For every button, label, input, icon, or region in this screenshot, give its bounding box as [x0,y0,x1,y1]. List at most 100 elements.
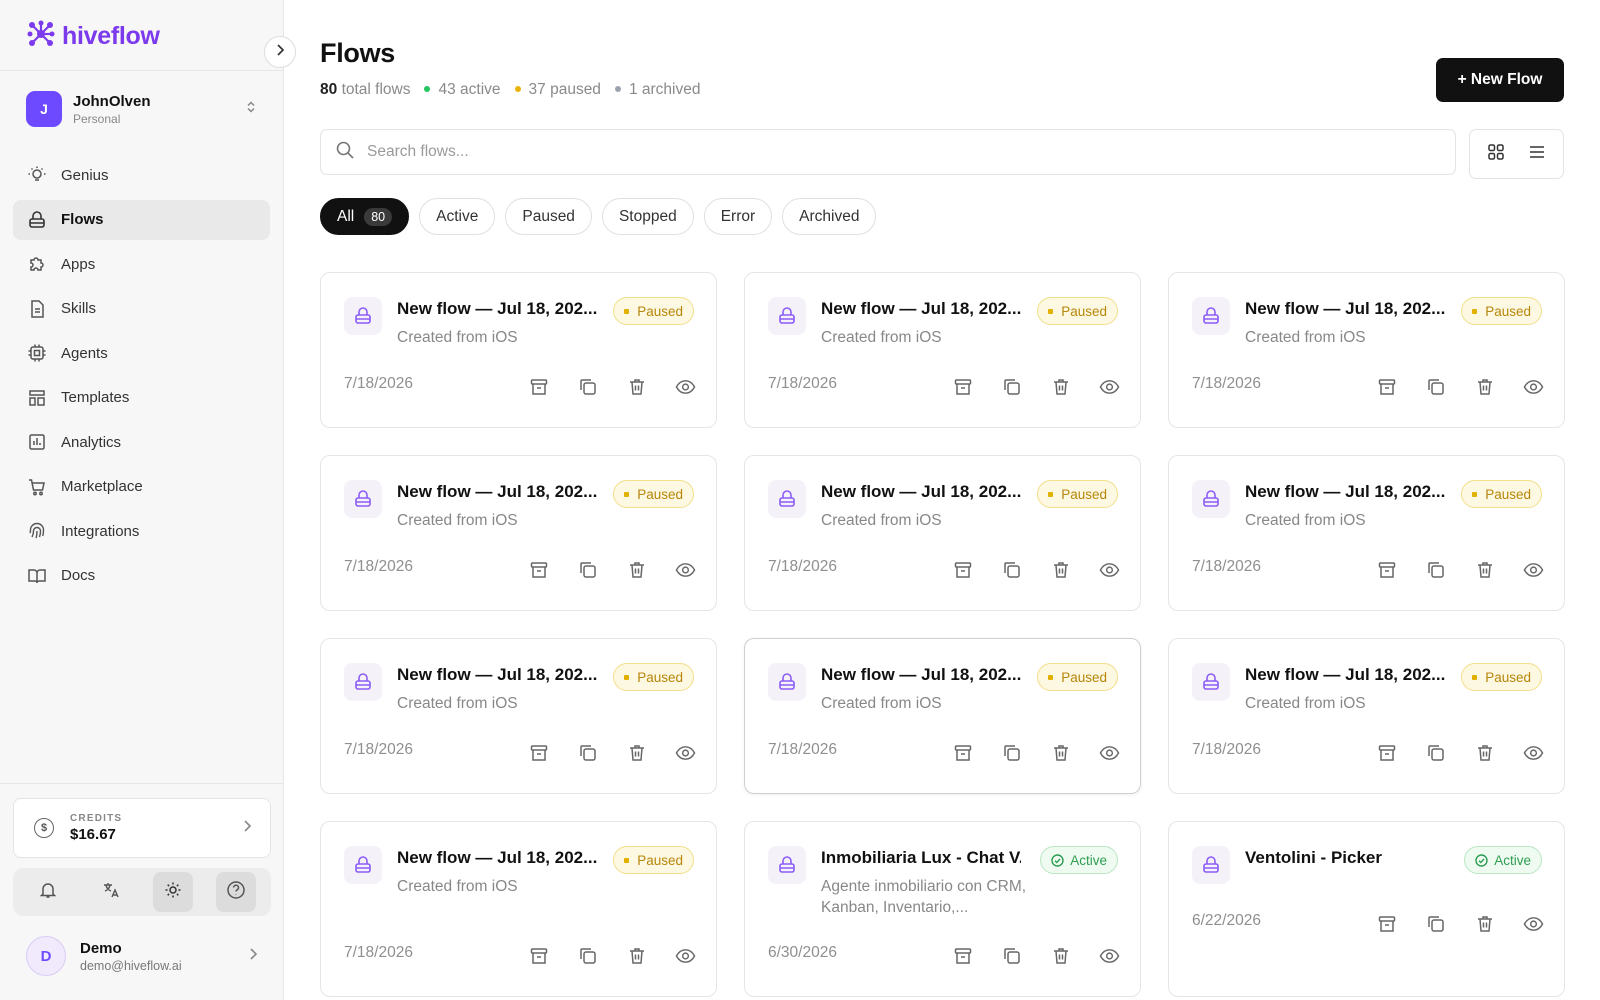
eye-icon[interactable] [675,742,696,763]
trash-icon[interactable] [1050,945,1071,966]
flow-card[interactable]: New flow — Jul 18, 202... Created from iO… [744,272,1141,428]
duplicate-icon[interactable] [577,376,598,397]
duplicate-icon[interactable] [577,559,598,580]
duplicate-icon[interactable] [1425,376,1446,397]
trash-icon[interactable] [626,945,647,966]
archive-icon[interactable] [528,945,549,966]
search-input[interactable] [367,143,1367,161]
archive-icon[interactable] [1376,376,1397,397]
trash-icon[interactable] [1050,376,1071,397]
eye-icon[interactable] [675,945,696,966]
flow-title[interactable]: New flow — Jul 18, 202... [397,482,597,502]
user-menu[interactable]: D Demo demo@hiveflow.ai [26,935,258,977]
duplicate-icon[interactable] [1425,913,1446,934]
grid-view-button[interactable] [1479,137,1513,171]
duplicate-icon[interactable] [1001,376,1022,397]
sidebar-item-docs[interactable]: Docs [13,556,270,596]
eye-icon[interactable] [675,376,696,397]
sidebar-item-analytics[interactable]: Analytics [13,422,270,462]
trash-icon[interactable] [626,376,647,397]
sidebar-item-skills[interactable]: Skills [13,289,270,329]
archive-icon[interactable] [528,376,549,397]
trash-icon[interactable] [1050,742,1071,763]
sidebar-item-flows[interactable]: Flows [13,199,270,240]
flow-title[interactable]: New flow — Jul 18, 202... [1245,482,1445,502]
theme-toggle[interactable] [153,872,194,912]
flow-card[interactable]: New flow — Jul 18, 202... Created from iO… [1168,638,1565,794]
filter-active[interactable]: Active [419,198,496,235]
eye-icon[interactable] [1099,559,1120,580]
flow-card[interactable]: New flow — Jul 18, 202... Created from iO… [744,455,1141,611]
archive-icon[interactable] [1376,742,1397,763]
flow-title[interactable]: New flow — Jul 18, 202... [397,665,597,685]
flow-title[interactable]: Ventolini - Picker [1245,848,1445,868]
flow-title[interactable]: New flow — Jul 18, 202... [821,299,1021,319]
flow-title[interactable]: New flow — Jul 18, 202... [821,665,1021,685]
sidebar-item-templates[interactable]: Templates [13,378,270,418]
duplicate-icon[interactable] [1425,559,1446,580]
eye-icon[interactable] [1523,742,1544,763]
archive-icon[interactable] [952,376,973,397]
flow-card[interactable]: New flow — Jul 18, 202... Created from iO… [320,638,717,794]
notifications-button[interactable] [28,872,68,912]
eye-icon[interactable] [1523,913,1544,934]
sidebar-item-genius[interactable]: Genius [13,155,270,195]
duplicate-icon[interactable] [577,742,598,763]
flow-card[interactable]: New flow — Jul 18, 202... Created from iO… [320,272,717,428]
flow-title[interactable]: New flow — Jul 18, 202... [1245,299,1445,319]
flow-card[interactable]: New flow — Jul 18, 202... Created from iO… [320,821,717,997]
collapse-sidebar-button[interactable] [264,36,296,68]
account-switcher[interactable]: J JohnOlven Personal [26,90,258,128]
filter-stopped[interactable]: Stopped [601,198,694,235]
archive-icon[interactable] [528,742,549,763]
credits-card[interactable]: $ CREDITS $16.67 [13,798,271,858]
flow-title[interactable]: New flow — Jul 18, 202... [821,482,1021,502]
sidebar-item-marketplace[interactable]: Marketplace [13,467,270,507]
new-flow-button[interactable]: + New Flow [1436,58,1564,102]
help-button[interactable] [215,872,256,912]
trash-icon[interactable] [1474,376,1495,397]
duplicate-icon[interactable] [577,945,598,966]
eye-icon[interactable] [1099,376,1120,397]
language-button[interactable] [91,872,131,912]
flow-title[interactable]: Inmobiliaria Lux - Chat V... [821,848,1021,868]
archive-icon[interactable] [952,559,973,580]
filter-paused[interactable]: Paused [505,198,592,235]
duplicate-icon[interactable] [1001,742,1022,763]
list-view-button[interactable] [1520,137,1554,171]
eye-icon[interactable] [1099,945,1120,966]
flow-card[interactable]: New flow — Jul 18, 202... Created from iO… [1168,272,1565,428]
sidebar-item-apps[interactable]: Apps [13,244,270,284]
flow-title[interactable]: New flow — Jul 18, 202... [1245,665,1445,685]
eye-icon[interactable] [1523,376,1544,397]
trash-icon[interactable] [626,559,647,580]
duplicate-icon[interactable] [1001,559,1022,580]
flow-card[interactable]: Ventolini - Picker Active 6/22/2026 [1168,821,1565,997]
archive-icon[interactable] [528,559,549,580]
eye-icon[interactable] [1099,742,1120,763]
duplicate-icon[interactable] [1001,945,1022,966]
flow-card[interactable]: New flow — Jul 18, 202... Created from iO… [320,455,717,611]
flow-title[interactable]: New flow — Jul 18, 202... [397,848,597,868]
trash-icon[interactable] [1474,913,1495,934]
flow-card[interactable]: New flow — Jul 18, 202... Created from iO… [1168,455,1565,611]
flow-card[interactable]: New flow — Jul 18, 202... Created from iO… [744,638,1141,794]
trash-icon[interactable] [626,742,647,763]
archive-icon[interactable] [952,945,973,966]
archive-icon[interactable] [1376,559,1397,580]
archive-icon[interactable] [952,742,973,763]
trash-icon[interactable] [1474,742,1495,763]
eye-icon[interactable] [1523,559,1544,580]
trash-icon[interactable] [1050,559,1071,580]
sidebar-item-integrations[interactable]: Integrations [13,511,270,551]
filter-all[interactable]: All 80 [320,198,410,235]
archive-icon[interactable] [1376,913,1397,934]
trash-icon[interactable] [1474,559,1495,580]
eye-icon[interactable] [675,559,696,580]
filter-error[interactable]: Error [703,198,773,235]
flow-card[interactable]: Inmobiliaria Lux - Chat V... Agente inmob… [744,821,1141,997]
sidebar-item-agents[interactable]: Agents [13,333,270,373]
brand-logo[interactable]: hiveflow [26,20,160,52]
filter-archived[interactable]: Archived [782,198,877,235]
flow-title[interactable]: New flow — Jul 18, 202... [397,299,597,319]
